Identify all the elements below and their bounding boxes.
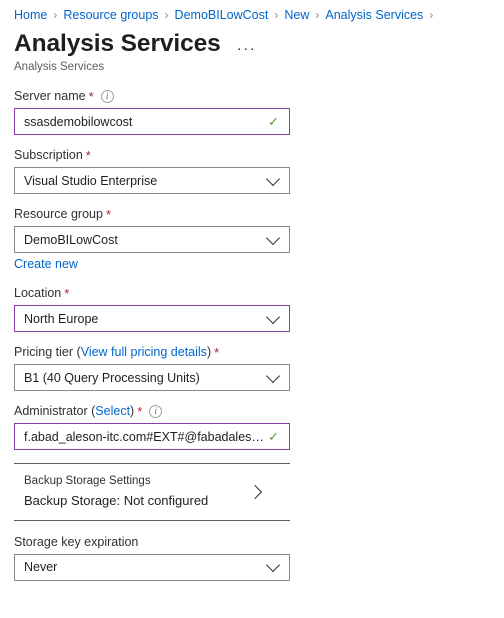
backup-storage-settings-row[interactable]: Backup Storage Settings Backup Storage: … xyxy=(14,463,290,521)
breadcrumb-item-demobilowcost[interactable]: DemoBILowCost xyxy=(175,8,269,22)
breadcrumb-separator-icon: › xyxy=(315,8,320,22)
field-subscription: Subscription * Visual Studio Enterprise xyxy=(14,148,504,195)
pricing-tier-dropdown[interactable]: B1 (40 Query Processing Units) xyxy=(14,364,290,392)
storage-key-expiration-value: Never xyxy=(24,560,58,575)
chevron-down-icon xyxy=(265,368,281,383)
server-name-label-text: Server name xyxy=(14,89,86,104)
pricing-tier-value: B1 (40 Query Processing Units) xyxy=(24,370,200,385)
administrator-label: Administrator ( Select ) * i xyxy=(14,404,504,419)
server-name-input[interactable]: ssasdemobilowcost ✓ xyxy=(14,108,290,136)
storage-key-expiration-label: Storage key expiration xyxy=(14,535,504,550)
breadcrumb-item-analysis-services[interactable]: Analysis Services xyxy=(325,8,423,22)
subscription-label-text: Subscription xyxy=(14,148,83,163)
paren-close: ) xyxy=(130,404,135,419)
administrator-label-text: Administrator xyxy=(14,404,88,419)
subscription-value: Visual Studio Enterprise xyxy=(24,173,158,188)
required-asterisk: * xyxy=(64,286,70,302)
page-title: Analysis Services xyxy=(14,30,221,57)
more-options-icon[interactable]: ··· xyxy=(237,41,257,56)
location-dropdown[interactable]: North Europe xyxy=(14,305,290,333)
page-header: Analysis Services ··· xyxy=(0,25,504,58)
required-asterisk: * xyxy=(85,148,91,164)
required-asterisk: * xyxy=(214,345,220,361)
required-asterisk: * xyxy=(88,89,94,105)
breadcrumb-item-new[interactable]: New xyxy=(284,8,309,22)
breadcrumb-separator-icon: › xyxy=(274,8,279,22)
field-resource-group: Resource group * DemoBILowCost Create ne… xyxy=(14,207,504,273)
storage-key-expiration-label-text: Storage key expiration xyxy=(14,534,139,549)
breadcrumb-separator-icon: › xyxy=(429,8,434,22)
pricing-tier-label-text: Pricing tier xyxy=(14,345,74,360)
page-subtitle: Analysis Services xyxy=(14,61,105,74)
select-administrator-link[interactable]: Select xyxy=(95,404,130,419)
breadcrumb-separator-icon: › xyxy=(53,8,58,22)
chevron-down-icon xyxy=(265,230,281,245)
chevron-down-icon xyxy=(265,309,281,324)
field-location: Location * North Europe xyxy=(14,286,504,333)
create-new-resource-group-link[interactable]: Create new xyxy=(14,257,78,271)
subscription-dropdown[interactable]: Visual Studio Enterprise xyxy=(14,167,290,195)
administrator-input[interactable]: f.abad_aleson-itc.com#EXT#@fabadales… ✓ xyxy=(14,423,290,451)
resource-group-label: Resource group * xyxy=(14,207,504,222)
field-administrator: Administrator ( Select ) * i f.abad_ales… xyxy=(14,404,504,451)
resource-group-value: DemoBILowCost xyxy=(24,232,118,247)
server-name-label: Server name * i xyxy=(14,89,504,104)
location-label: Location * xyxy=(14,286,504,301)
pricing-tier-label: Pricing tier ( View full pricing details… xyxy=(14,345,504,360)
administrator-value: f.abad_aleson-itc.com#EXT#@fabadales… xyxy=(24,429,264,444)
paren-close: ) xyxy=(206,345,212,360)
backup-storage-status: Backup Storage: Not configured xyxy=(24,493,209,509)
field-server-name: Server name * i ssasdemobilowcost ✓ xyxy=(14,89,504,136)
create-analysis-services-form: Server name * i ssasdemobilowcost ✓ Subs… xyxy=(0,73,504,581)
breadcrumb-item-resource-groups[interactable]: Resource groups xyxy=(63,8,158,22)
info-icon[interactable]: i xyxy=(100,90,114,104)
resource-group-dropdown[interactable]: DemoBILowCost xyxy=(14,226,290,254)
location-value: North Europe xyxy=(24,311,99,326)
breadcrumb-separator-icon: › xyxy=(164,8,169,22)
info-icon[interactable]: i xyxy=(149,405,163,419)
valid-check-icon: ✓ xyxy=(268,114,279,130)
chevron-right-icon xyxy=(247,484,263,500)
view-full-pricing-details-link[interactable]: View full pricing details xyxy=(81,345,207,360)
storage-key-expiration-dropdown[interactable]: Never xyxy=(14,553,290,581)
backup-storage-texts: Backup Storage Settings Backup Storage: … xyxy=(14,473,250,511)
chevron-down-icon xyxy=(265,558,281,573)
field-storage-key-expiration: Storage key expiration Never xyxy=(14,535,504,581)
location-label-text: Location xyxy=(14,286,62,301)
breadcrumb: Home › Resource groups › DemoBILowCost ›… xyxy=(0,0,504,25)
subscription-label: Subscription * xyxy=(14,148,504,163)
breadcrumb-item-home[interactable]: Home xyxy=(14,8,47,22)
server-name-value: ssasdemobilowcost xyxy=(24,114,133,129)
required-asterisk: * xyxy=(137,404,143,420)
resource-group-label-text: Resource group xyxy=(14,207,103,222)
valid-check-icon: ✓ xyxy=(268,429,279,445)
backup-storage-heading: Backup Storage Settings xyxy=(24,475,151,488)
required-asterisk: * xyxy=(105,207,112,223)
chevron-down-icon xyxy=(265,171,281,186)
field-pricing-tier: Pricing tier ( View full pricing details… xyxy=(14,345,504,392)
